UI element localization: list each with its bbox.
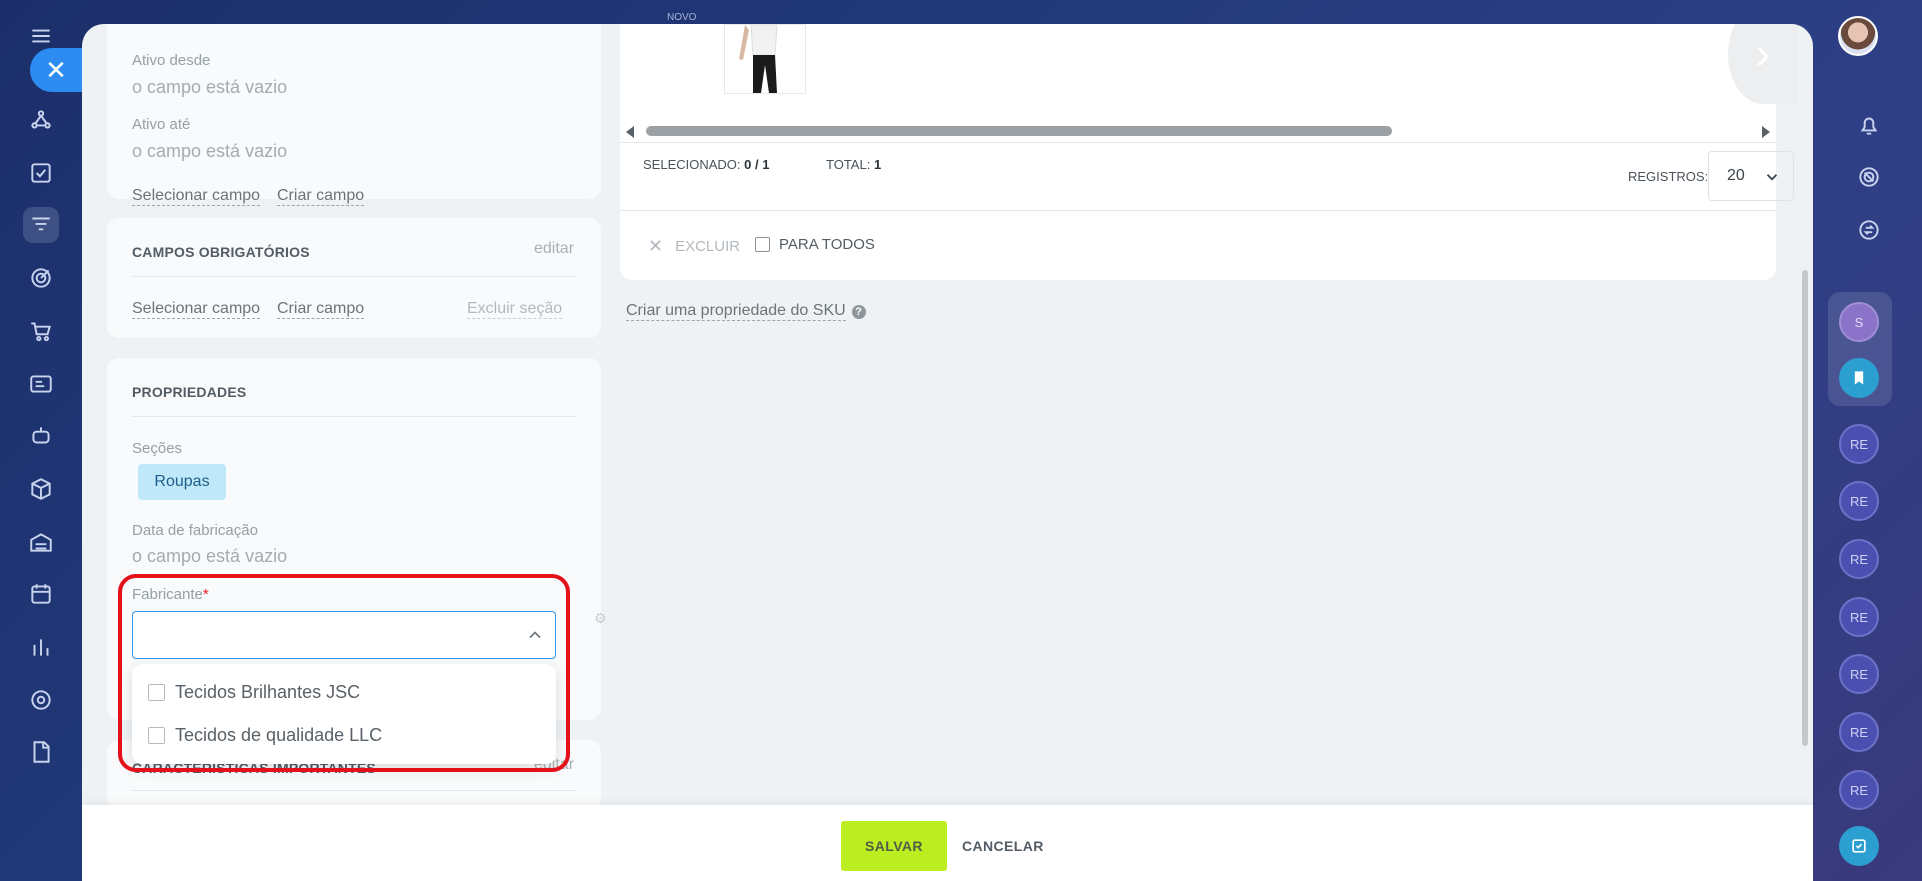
- target-icon[interactable]: [23, 260, 59, 296]
- close-slider-button[interactable]: ✕: [30, 48, 82, 92]
- section-tag-roupas[interactable]: Roupas: [138, 464, 226, 500]
- required-fields-card: CAMPOS OBRIGATÓRIOS editar Selecionar ca…: [107, 218, 601, 338]
- create-field-link[interactable]: Criar campo: [277, 187, 365, 206]
- required-edit-link[interactable]: editar: [534, 240, 574, 258]
- delete-action[interactable]: ✕ EXCLUIR: [648, 236, 740, 257]
- target-radar-icon[interactable]: [1851, 159, 1887, 195]
- contact-card-icon[interactable]: [23, 366, 59, 402]
- footer-bar: SALVAR CANCELAR: [82, 805, 1813, 881]
- product-photo-icon: [739, 25, 778, 93]
- divider: [132, 276, 576, 277]
- scroll-right-arrow[interactable]: [1762, 126, 1770, 138]
- task-check-button[interactable]: [1839, 826, 1879, 866]
- cancel-button[interactable]: CANCELAR: [962, 821, 1044, 871]
- vertical-scrollbar[interactable]: [1802, 270, 1808, 746]
- main-fields-card: Ativo desde o campo está vazio Ativo até…: [107, 24, 601, 206]
- active-to-label: Ativo até: [132, 116, 191, 133]
- for-all-label: PARA TODOS: [779, 236, 875, 253]
- new-label: NOVO: [667, 12, 697, 23]
- close-icon: ✕: [45, 54, 67, 85]
- re-avatar[interactable]: RE: [1839, 481, 1879, 521]
- records-label: REGISTROS:: [1628, 169, 1709, 184]
- re-avatar[interactable]: RE: [1839, 712, 1879, 752]
- delete-label: EXCLUIR: [675, 238, 741, 255]
- for-all-checkbox[interactable]: [755, 237, 770, 252]
- re-avatar[interactable]: RE: [1839, 654, 1879, 694]
- required-create-field-link[interactable]: Criar campo: [277, 300, 365, 319]
- required-section-title: CAMPOS OBRIGATÓRIOS: [132, 244, 310, 260]
- highlight-frame: [118, 574, 570, 772]
- chevron-down-icon: [1766, 174, 1778, 181]
- divider: [620, 142, 1776, 143]
- sku-grid-card: › SELECIONADO: 0 / 1 TOTAL: 1 REGISTROS:…: [620, 24, 1798, 280]
- bookmark-icon: [1854, 371, 1864, 385]
- help-icon[interactable]: ?: [851, 304, 866, 319]
- horizontal-scrollbar[interactable]: [646, 126, 1392, 136]
- divider: [132, 790, 576, 791]
- tasks-icon[interactable]: [23, 155, 59, 191]
- product-slider-panel: Ativo desde o campo está vazio Ativo até…: [82, 24, 1813, 881]
- re-avatar[interactable]: RE: [1839, 770, 1879, 810]
- sections-label: Seções: [132, 440, 183, 457]
- re-avatar[interactable]: RE: [1839, 597, 1879, 637]
- select-field-link[interactable]: Selecionar campo: [132, 187, 261, 206]
- re-avatar[interactable]: RE: [1839, 424, 1879, 464]
- bookmark-button[interactable]: [1839, 358, 1879, 398]
- close-icon: ✕: [648, 236, 664, 256]
- warehouse-icon[interactable]: [23, 524, 59, 560]
- sku-image[interactable]: [724, 24, 806, 94]
- active-from-label: Ativo desde: [132, 52, 211, 69]
- divider: [132, 416, 576, 417]
- chart-icon[interactable]: [23, 629, 59, 665]
- active-from-value[interactable]: o campo está vazio: [132, 77, 287, 98]
- divider: [620, 210, 1776, 211]
- sync-chat-icon[interactable]: [1851, 212, 1887, 248]
- re-avatar[interactable]: RE: [1839, 539, 1879, 579]
- box-icon[interactable]: [23, 471, 59, 507]
- chevron-right-icon: ›: [1755, 29, 1771, 78]
- manufacture-date-value[interactable]: o campo está vazio: [132, 546, 287, 567]
- scroll-left-arrow[interactable]: [626, 126, 634, 138]
- delete-section-link[interactable]: Excluir seção: [467, 300, 563, 319]
- records-per-page-select[interactable]: 20: [1708, 151, 1794, 201]
- for-all-toggle[interactable]: PARA TODOS: [755, 236, 875, 253]
- properties-section-title: PROPRIEDADES: [132, 384, 247, 400]
- settings-circle-icon[interactable]: [23, 682, 59, 718]
- manufacture-date-label: Data de fabricação: [132, 522, 258, 539]
- checkbox-icon: [1852, 839, 1866, 853]
- left-navigation: ✕: [0, 0, 82, 881]
- create-sku-property-link[interactable]: Criar uma propriedade do SKU ?: [626, 302, 866, 321]
- bell-icon[interactable]: [1851, 107, 1887, 143]
- total-counter: TOTAL: 1: [826, 157, 882, 172]
- required-select-field-link[interactable]: Selecionar campo: [132, 300, 261, 319]
- save-button[interactable]: SALVAR: [841, 821, 947, 871]
- gear-icon[interactable]: ⚙: [594, 610, 607, 627]
- calendar-icon[interactable]: [23, 576, 59, 612]
- next-arrow-button[interactable]: ›: [1728, 24, 1798, 104]
- robot-icon[interactable]: [23, 418, 59, 454]
- cart-icon[interactable]: [23, 313, 59, 349]
- records-value: 20: [1727, 167, 1745, 184]
- crm-icon[interactable]: [23, 102, 59, 138]
- active-to-value[interactable]: o campo está vazio: [132, 141, 287, 162]
- selected-counter: SELECIONADO: 0 / 1: [643, 157, 770, 172]
- document-icon[interactable]: [23, 734, 59, 770]
- funnel-icon[interactable]: [23, 207, 59, 243]
- s-avatar[interactable]: S: [1839, 302, 1879, 342]
